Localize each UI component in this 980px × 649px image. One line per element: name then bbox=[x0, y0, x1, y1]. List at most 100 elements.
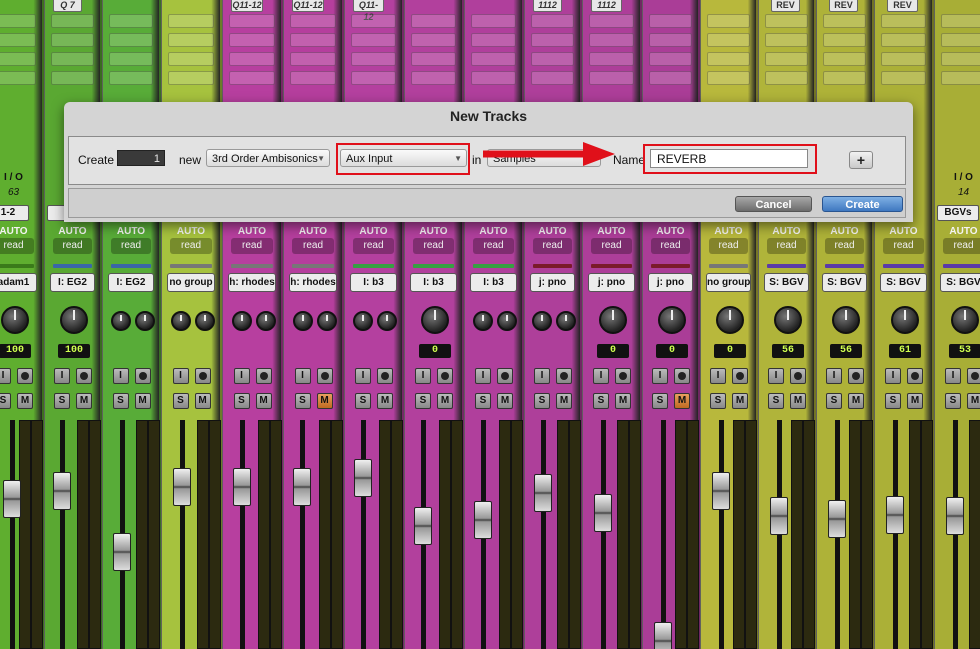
mute-button[interactable]: M bbox=[17, 393, 33, 409]
pan-knob[interactable] bbox=[599, 306, 627, 334]
record-button[interactable] bbox=[377, 368, 393, 384]
solo-button[interactable]: S bbox=[54, 393, 70, 409]
group-selector[interactable]: no group bbox=[167, 273, 215, 292]
insert-slot[interactable] bbox=[707, 71, 750, 85]
insert-slot[interactable] bbox=[823, 52, 866, 66]
automation-mode-button[interactable]: read bbox=[709, 238, 748, 254]
record-button[interactable] bbox=[967, 368, 980, 384]
record-button[interactable] bbox=[556, 368, 572, 384]
group-selector[interactable]: S: BGV bbox=[764, 273, 809, 292]
record-button[interactable] bbox=[134, 368, 151, 384]
insert-slot[interactable] bbox=[229, 52, 275, 66]
input-monitor-button[interactable]: I bbox=[475, 368, 491, 384]
insert-slot[interactable] bbox=[109, 71, 153, 85]
insert-slot[interactable] bbox=[941, 71, 980, 85]
output-selector[interactable]: 1-2 bbox=[0, 205, 29, 221]
insert-slot[interactable] bbox=[589, 14, 634, 28]
mute-button[interactable]: M bbox=[907, 393, 923, 409]
insert-slot[interactable] bbox=[765, 71, 808, 85]
mute-button[interactable]: M bbox=[790, 393, 806, 409]
mute-button[interactable]: M bbox=[134, 393, 151, 409]
input-monitor-button[interactable]: I bbox=[233, 368, 250, 384]
input-monitor-button[interactable]: I bbox=[54, 368, 70, 384]
pan-knob[interactable] bbox=[421, 306, 449, 334]
cancel-button[interactable]: Cancel bbox=[735, 196, 812, 212]
record-button[interactable] bbox=[316, 368, 333, 384]
insert-slot[interactable] bbox=[0, 71, 36, 85]
track-count-field[interactable]: 1 bbox=[117, 150, 165, 166]
solo-button[interactable]: S bbox=[945, 393, 961, 409]
mute-button[interactable]: M bbox=[194, 393, 211, 409]
solo-button[interactable]: S bbox=[768, 393, 784, 409]
fader-cap[interactable] bbox=[534, 474, 552, 512]
insert-slot[interactable] bbox=[51, 33, 94, 47]
pan-knob[interactable] bbox=[1, 306, 29, 334]
pan-knob[interactable] bbox=[891, 306, 919, 334]
input-monitor-button[interactable]: I bbox=[172, 368, 189, 384]
automation-mode-button[interactable]: read bbox=[292, 238, 334, 254]
insert-slot[interactable] bbox=[0, 33, 36, 47]
record-button[interactable] bbox=[615, 368, 631, 384]
pan-knob[interactable] bbox=[532, 311, 552, 331]
create-button[interactable]: Create bbox=[822, 196, 903, 212]
insert-slot[interactable] bbox=[649, 33, 692, 47]
fader-cap[interactable] bbox=[293, 468, 311, 506]
insert-slot[interactable] bbox=[290, 52, 336, 66]
fader-cap[interactable] bbox=[173, 468, 191, 506]
insert-slot[interactable] bbox=[351, 71, 396, 85]
solo-button[interactable]: S bbox=[0, 393, 11, 409]
automation-mode-button[interactable]: read bbox=[111, 238, 151, 254]
automation-mode-button[interactable]: read bbox=[651, 238, 690, 254]
pan-knob[interactable] bbox=[194, 311, 215, 331]
input-monitor-button[interactable]: I bbox=[885, 368, 901, 384]
record-button[interactable] bbox=[17, 368, 33, 384]
input-monitor-button[interactable]: I bbox=[593, 368, 609, 384]
pan-knob[interactable] bbox=[292, 311, 313, 331]
insert-slot[interactable] bbox=[649, 52, 692, 66]
automation-mode-button[interactable]: read bbox=[591, 238, 632, 254]
insert-slot[interactable] bbox=[649, 14, 692, 28]
fader-cap[interactable] bbox=[828, 500, 846, 538]
group-selector[interactable]: I: b3 bbox=[410, 273, 457, 292]
insert-slot[interactable] bbox=[707, 52, 750, 66]
record-button[interactable] bbox=[790, 368, 806, 384]
record-button[interactable] bbox=[76, 368, 92, 384]
insert-slot[interactable] bbox=[471, 33, 516, 47]
pan-knob[interactable] bbox=[231, 311, 252, 331]
insert-slot[interactable] bbox=[471, 71, 516, 85]
mute-button[interactable]: M bbox=[316, 393, 333, 409]
solo-button[interactable]: S bbox=[233, 393, 250, 409]
group-selector[interactable]: I: b3 bbox=[470, 273, 517, 292]
insert-slot[interactable] bbox=[765, 14, 808, 28]
automation-mode-button[interactable]: read bbox=[0, 238, 34, 254]
input-monitor-button[interactable]: I bbox=[945, 368, 961, 384]
group-selector[interactable]: S: BGV bbox=[822, 273, 867, 292]
automation-mode-button[interactable]: read bbox=[53, 238, 92, 254]
pan-knob[interactable] bbox=[170, 311, 191, 331]
input-monitor-button[interactable]: I bbox=[710, 368, 726, 384]
insert-slot[interactable] bbox=[881, 52, 926, 66]
insert-slot[interactable] bbox=[881, 14, 926, 28]
fader-cap[interactable] bbox=[946, 497, 964, 535]
input-monitor-button[interactable]: I bbox=[294, 368, 311, 384]
insert-slot[interactable] bbox=[941, 52, 980, 66]
mute-button[interactable]: M bbox=[732, 393, 748, 409]
insert-slot[interactable] bbox=[168, 52, 214, 66]
mute-button[interactable]: M bbox=[437, 393, 453, 409]
solo-button[interactable]: S bbox=[112, 393, 129, 409]
fader-cap[interactable] bbox=[354, 459, 372, 497]
insert-slot[interactable] bbox=[649, 71, 692, 85]
fader-cap[interactable] bbox=[712, 472, 730, 510]
insert-slot[interactable] bbox=[765, 33, 808, 47]
automation-mode-button[interactable]: read bbox=[353, 238, 394, 254]
fader-cap[interactable] bbox=[113, 533, 131, 571]
automation-mode-button[interactable]: read bbox=[767, 238, 806, 254]
pan-knob[interactable] bbox=[60, 306, 88, 334]
group-selector[interactable]: I: EG2 bbox=[108, 273, 154, 292]
automation-mode-button[interactable]: read bbox=[231, 238, 273, 254]
automation-mode-button[interactable]: read bbox=[533, 238, 572, 254]
solo-button[interactable]: S bbox=[534, 393, 550, 409]
pan-knob[interactable] bbox=[316, 311, 337, 331]
solo-button[interactable]: S bbox=[710, 393, 726, 409]
mute-button[interactable]: M bbox=[497, 393, 513, 409]
